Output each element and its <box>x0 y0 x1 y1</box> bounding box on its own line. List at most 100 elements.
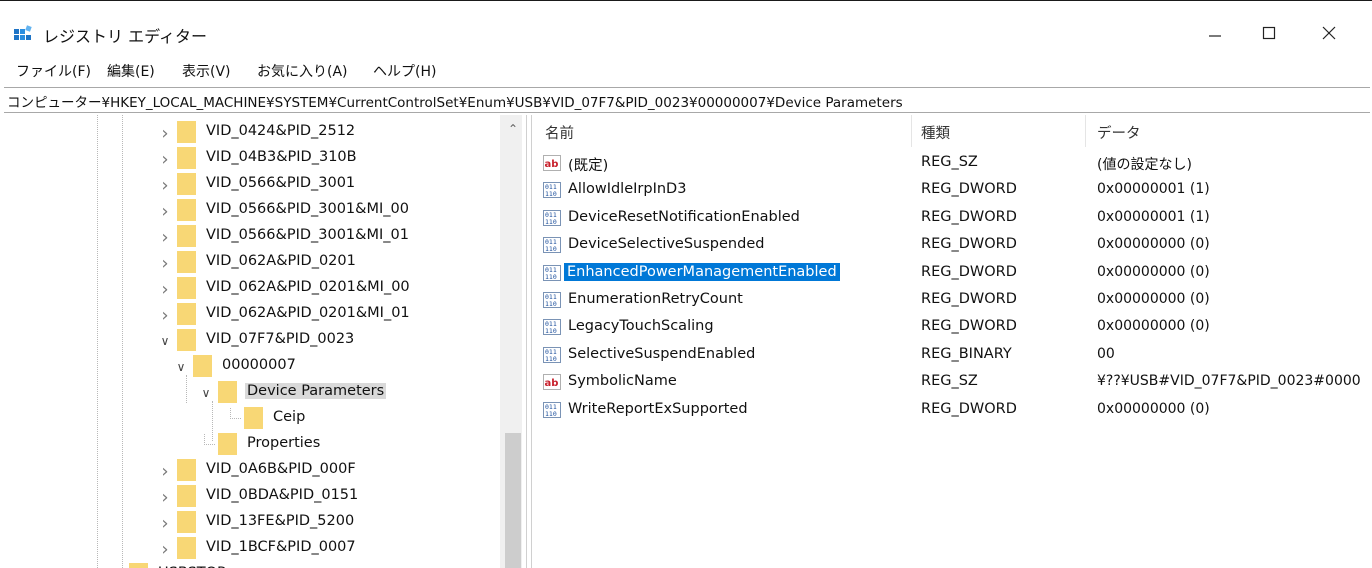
column-header-data[interactable]: データ <box>1097 122 1141 143</box>
folder-icon <box>244 407 263 429</box>
chevron-right-icon[interactable]: › <box>157 305 173 326</box>
value-name[interactable]: SymbolicName <box>565 372 680 390</box>
chevron-down-icon[interactable]: ∨ <box>198 383 214 403</box>
menu-favorites[interactable]: お気に入り(A) <box>257 61 348 81</box>
maximize-button[interactable] <box>1246 11 1292 55</box>
value-data: 00 <box>1097 345 1115 362</box>
minimize-button[interactable] <box>1192 11 1238 55</box>
tree-node-label[interactable]: VID_062A&PID_0201&MI_00 <box>204 279 412 295</box>
address-path[interactable]: コンピューター¥HKEY_LOCAL_MACHINE¥SYSTEM¥Curren… <box>7 91 903 111</box>
value-row[interactable]: 011 110 LegacyTouchScaling REG_DWORD 0x00000… <box>533 314 1372 341</box>
chevron-right-icon[interactable]: › <box>157 175 173 196</box>
value-name[interactable]: (既定) <box>565 153 611 176</box>
svg-text:110: 110 <box>545 273 557 281</box>
chevron-right-icon[interactable]: › <box>157 539 173 560</box>
value-row[interactable]: 011 110 DeviceSelectiveSuspended REG_DWORD 0… <box>533 232 1372 259</box>
value-type: REG_DWORD <box>921 236 1017 253</box>
value-row[interactable]: ab (既定) REG_SZ (値の設定なし) <box>533 150 1372 177</box>
chevron-right-icon[interactable]: › <box>157 123 173 144</box>
chevron-down-icon[interactable]: ∨ <box>173 357 189 377</box>
tree-scrollbar[interactable]: ⌃ <box>500 115 522 568</box>
chevron-right-icon[interactable]: › <box>157 149 173 170</box>
chevron-right-icon[interactable]: › <box>157 487 173 508</box>
title-bar[interactable]: レジストリ エディター <box>0 1 1372 57</box>
tree-node-label[interactable]: VID_0424&PID_2512 <box>204 123 357 139</box>
folder-icon <box>218 433 237 455</box>
binary-value-icon: 011 110 <box>543 346 561 363</box>
tree-guide-line <box>186 375 187 403</box>
folder-icon <box>218 381 237 403</box>
tree-node-label[interactable]: VID_0566&PID_3001&MI_00 <box>204 201 411 217</box>
tree-node-label[interactable]: VID_1BCF&PID_0007 <box>204 539 358 555</box>
chevron-right-icon[interactable]: › <box>157 227 173 248</box>
close-button[interactable] <box>1306 11 1352 55</box>
value-data: 0x00000000 (0) <box>1097 291 1210 307</box>
value-data: 0x00000000 (0) <box>1097 318 1210 335</box>
value-name[interactable]: AllowIdleIrpInD3 <box>565 180 689 198</box>
folder-icon <box>129 563 148 568</box>
tree-node-label[interactable]: 00000007 <box>220 357 298 373</box>
value-name[interactable]: EnhancedPowerManagementEnabled <box>564 262 840 281</box>
value-row[interactable]: 011 110 DeviceResetNotificationEnabled REG_… <box>533 205 1372 232</box>
value-name[interactable]: DeviceSelectiveSuspended <box>565 235 767 253</box>
value-data: 0x00000000 (0) <box>1097 400 1210 417</box>
scroll-thumb[interactable] <box>505 433 521 568</box>
tree-node-label[interactable]: VID_062A&PID_0201&MI_01 <box>204 305 412 321</box>
chevron-right-icon[interactable]: › <box>157 253 173 274</box>
chevron-right-icon[interactable]: › <box>157 279 173 300</box>
key-tree-pane[interactable]: › VID_0424&PID_2512 › VID_04B3&PID_310B › VID… <box>4 115 522 568</box>
chevron-right-icon[interactable]: › <box>157 201 173 222</box>
value-name[interactable]: DeviceResetNotificationEnabled <box>565 208 803 226</box>
value-name[interactable]: WriteReportExSupported <box>565 400 751 418</box>
tree-node-label[interactable]: VID_04B3&PID_310B <box>204 149 359 165</box>
address-bar[interactable]: コンピューター¥HKEY_LOCAL_MACHINE¥SYSTEM¥Curren… <box>4 87 1370 113</box>
tree-node-label[interactable]: VID_07F7&PID_0023 <box>204 331 356 347</box>
scroll-up-button[interactable]: ⌃ <box>500 115 522 143</box>
pane-splitter[interactable] <box>526 115 532 568</box>
menu-edit[interactable]: 編集(E) <box>107 61 155 81</box>
menu-file[interactable]: ファイル(F) <box>16 61 91 81</box>
chevron-down-icon[interactable]: ∨ <box>157 331 173 351</box>
maximize-icon <box>1262 26 1276 40</box>
menu-view[interactable]: 表示(V) <box>182 61 231 81</box>
tree-node-label[interactable]: Properties <box>245 435 322 451</box>
value-row[interactable]: 011 110 EnhancedPowerManagementEnabled REG_… <box>533 260 1372 287</box>
value-name[interactable]: SelectiveSuspendEnabled <box>565 345 758 363</box>
svg-text:110: 110 <box>545 190 557 198</box>
menu-help[interactable]: ヘルプ(H) <box>373 61 436 81</box>
chevron-right-icon[interactable]: › <box>157 513 173 534</box>
chevron-right-icon[interactable]: › <box>157 461 173 482</box>
binary-value-icon: 011 110 <box>543 319 561 336</box>
tree-connector <box>230 408 241 419</box>
value-row[interactable]: 011 110 WriteReportExSupported REG_DWORD 0x0… <box>533 397 1372 424</box>
values-list-pane[interactable]: 名前 種類 データ ab (既定) REG_SZ (値の設定なし) 011 110 Allo… <box>533 115 1372 568</box>
registry-editor-icon <box>14 25 32 40</box>
value-row[interactable]: 011 110 AllowIdleIrpInD3 REG_DWORD 0x0000000… <box>533 177 1372 204</box>
value-type: REG_DWORD <box>921 400 1017 417</box>
column-separator[interactable] <box>911 115 912 147</box>
value-name[interactable]: EnumerationRetryCount <box>565 290 746 308</box>
value-data: 0x00000000 (0) <box>1097 263 1210 280</box>
column-header-name[interactable]: 名前 <box>545 122 574 143</box>
value-row[interactable]: 011 110 EnumerationRetryCount REG_DWORD 0x00… <box>533 287 1372 314</box>
value-row[interactable]: ab SymbolicName REG_SZ ¥??¥USB#VID_07F7&PID… <box>533 369 1372 396</box>
value-type: REG_DWORD <box>921 318 1017 335</box>
value-row[interactable]: 011 110 SelectiveSuspendEnabled REG_BINARY 0… <box>533 342 1372 369</box>
tree-node-label[interactable]: VID_0566&PID_3001 <box>204 175 357 191</box>
column-header-type[interactable]: 種類 <box>921 122 950 143</box>
tree-node-label[interactable]: VID_13FE&PID_5200 <box>204 513 356 529</box>
tree-node-label[interactable]: VID_0BDA&PID_0151 <box>204 487 360 503</box>
tree-node-label[interactable]: VID_0566&PID_3001&MI_01 <box>204 227 411 243</box>
value-data: ¥??¥USB#VID_07F7&PID_0023#0000 <box>1097 373 1361 390</box>
tree-node-label[interactable]: Device Parameters <box>245 383 387 399</box>
value-type: REG_DWORD <box>921 181 1017 198</box>
folder-icon <box>177 199 196 221</box>
tree-node-label[interactable]: Ceip <box>271 409 307 425</box>
value-name[interactable]: LegacyTouchScaling <box>565 317 717 335</box>
value-data: 0x00000001 (1) <box>1097 181 1210 198</box>
tree-guide-line <box>97 115 98 568</box>
svg-text:110: 110 <box>545 327 557 335</box>
tree-node-label[interactable]: VID_0A6B&PID_000F <box>204 461 358 477</box>
tree-node-label[interactable]: VID_062A&PID_0201 <box>204 253 358 269</box>
column-separator[interactable] <box>1085 115 1086 147</box>
